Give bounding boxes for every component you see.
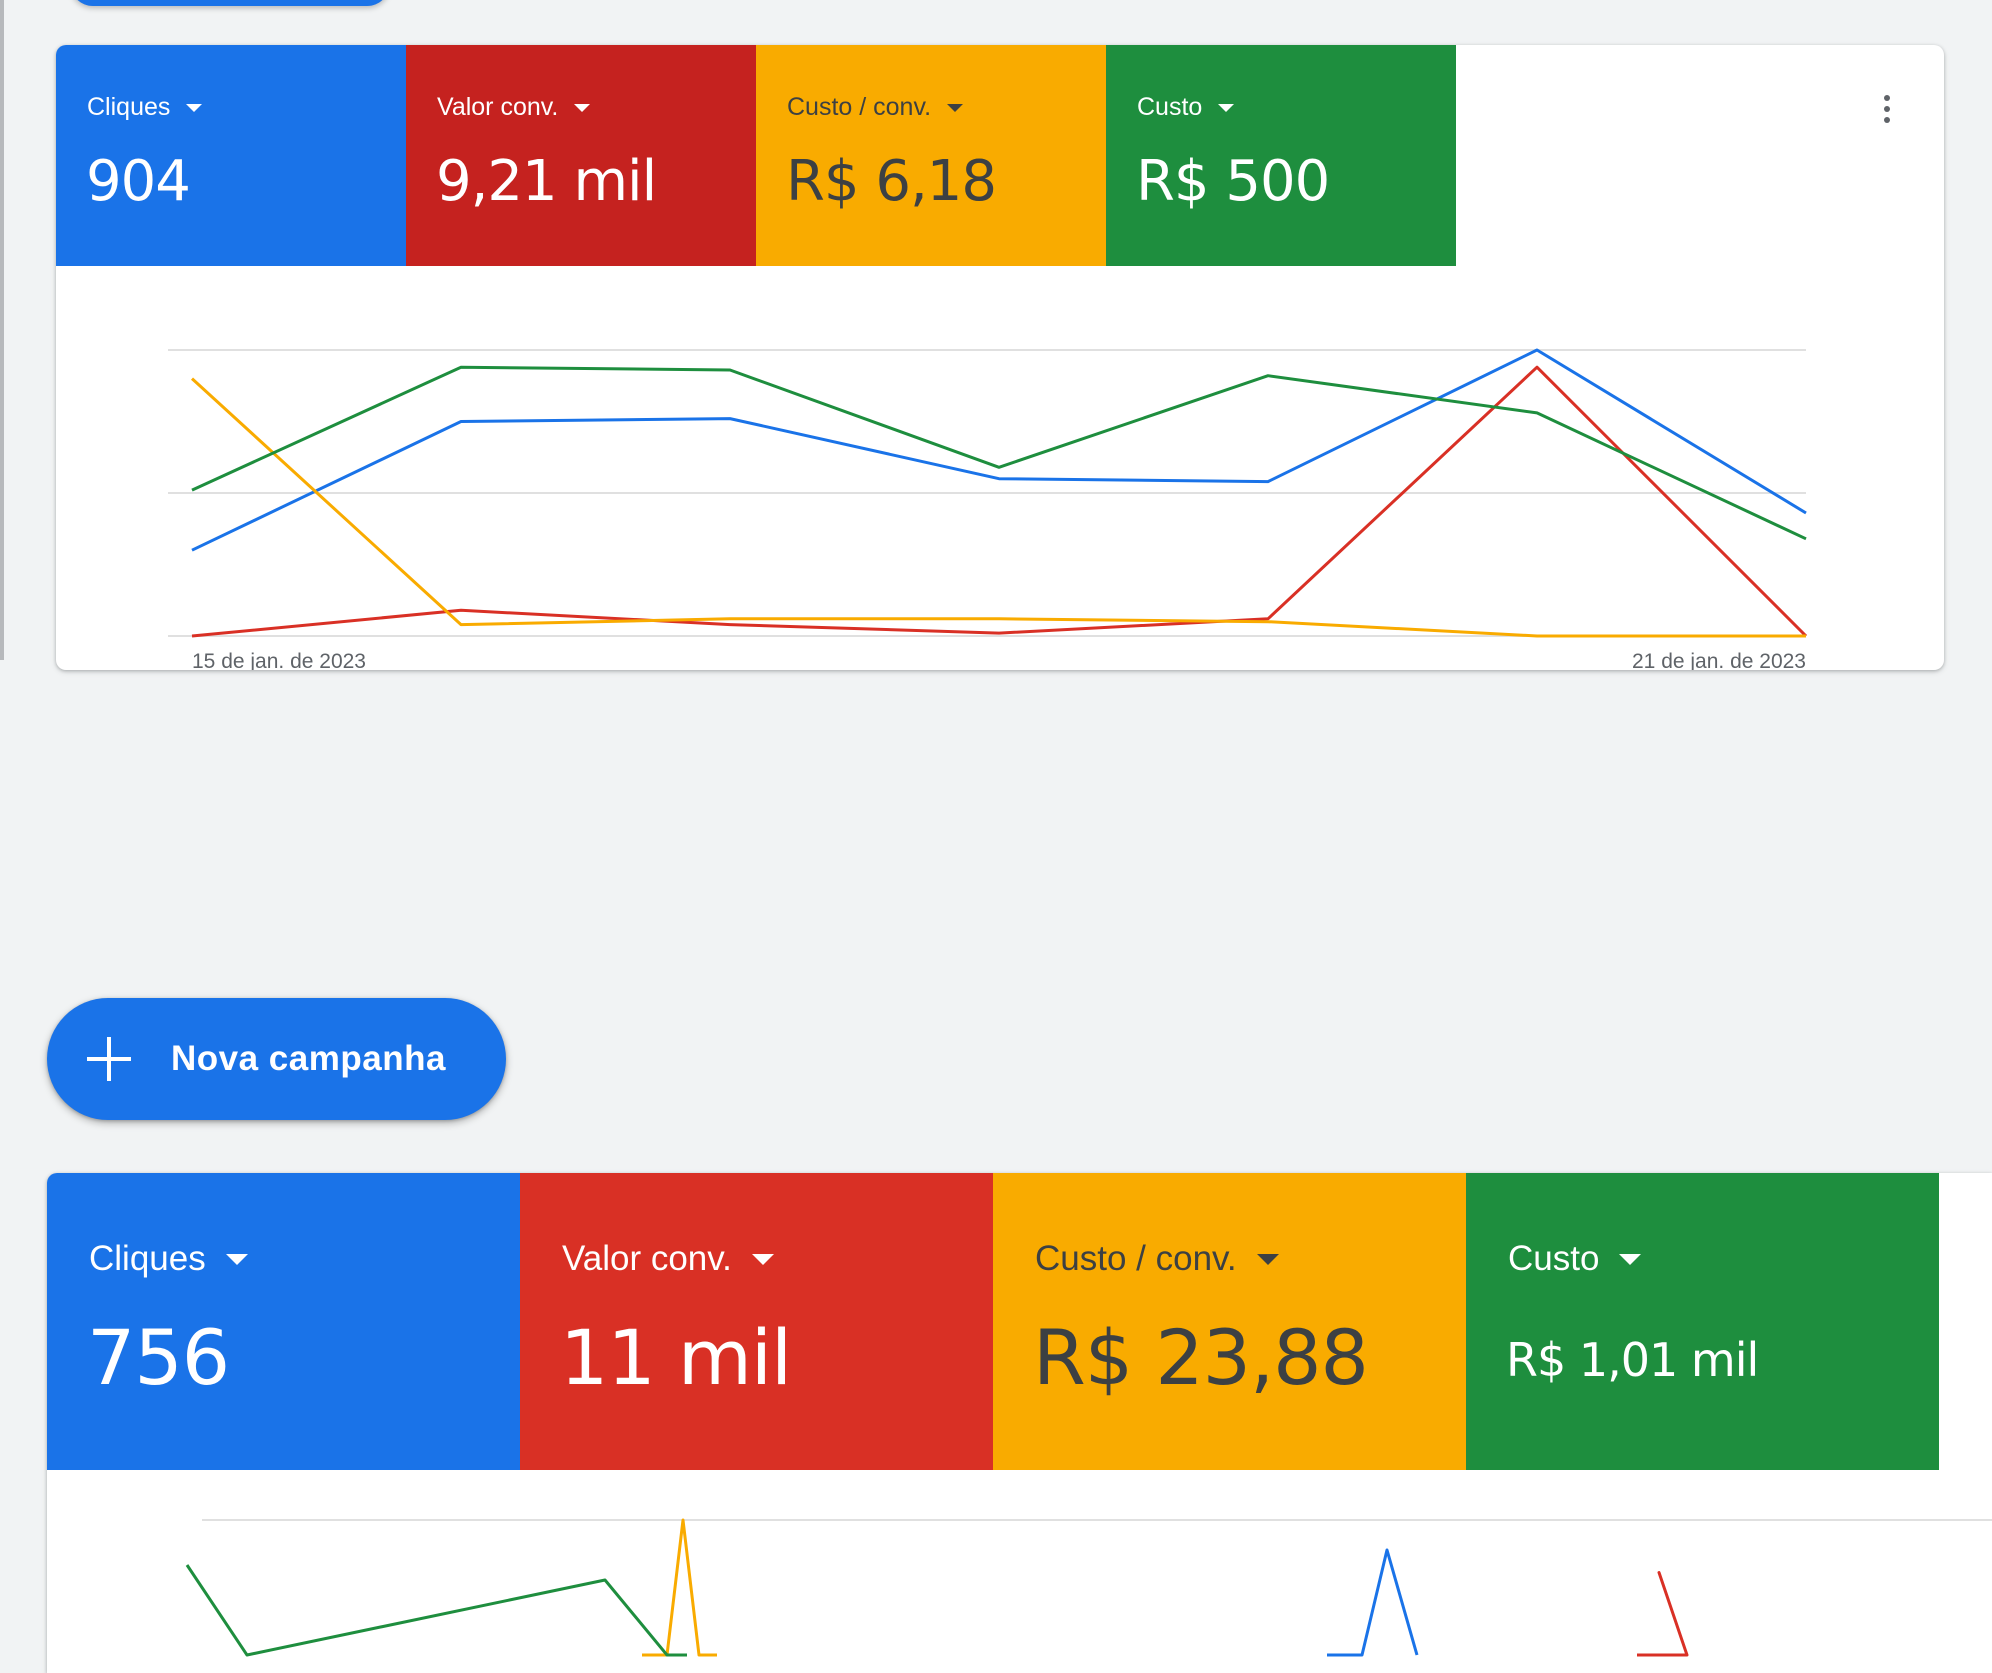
- metric-label: Valor conv.: [562, 1239, 732, 1278]
- metric-dropdown-clicks[interactable]: Cliques: [89, 1239, 248, 1279]
- performance-card-large: Cliques 756 Valor conv. 11 mil Custo / c…: [47, 1173, 1992, 1673]
- metric-dropdown-cost-per-conv[interactable]: Custo / conv.: [1035, 1239, 1279, 1279]
- series-line-custo-conv: [642, 1518, 717, 1657]
- grid-lines: [168, 349, 1806, 637]
- metric-value-cost: R$ 500: [1136, 149, 1330, 214]
- metric-tile-clicks[interactable]: Cliques 756: [47, 1173, 520, 1470]
- dropdown-arrow-icon: [574, 103, 591, 112]
- metric-value-cost: R$ 1,01 mil: [1506, 1333, 1759, 1387]
- dropdown-arrow-icon: [947, 103, 964, 112]
- x-axis-end-label: 21 de jan. de 2023: [1632, 650, 1806, 670]
- metric-value-cost-per-conv: R$ 6,18: [786, 149, 997, 214]
- metric-tile-cost-per-conv[interactable]: Custo / conv. R$ 6,18: [756, 45, 1106, 266]
- new-campaign-button[interactable]: Nova campanha: [47, 998, 506, 1120]
- metric-label: Custo: [1508, 1239, 1600, 1278]
- metric-tile-conv-value[interactable]: Valor conv. 9,21 mil: [406, 45, 756, 266]
- performance-chart-large: [185, 1518, 1992, 1657]
- metric-label: Cliques: [89, 1239, 206, 1278]
- dropdown-arrow-icon: [1218, 103, 1235, 112]
- series-line-valor-conv: [1637, 1571, 1689, 1657]
- metric-tile-cost-per-conv[interactable]: Custo / conv. R$ 23,88: [993, 1173, 1466, 1470]
- metric-tile-cost[interactable]: Custo R$ 500: [1106, 45, 1456, 266]
- series-line-cliques: [1327, 1548, 1419, 1657]
- series-line-custo: [185, 1564, 687, 1657]
- more-vert-icon[interactable]: [1882, 95, 1892, 129]
- metric-tile-conv-value[interactable]: Valor conv. 11 mil: [520, 1173, 993, 1470]
- metric-value-cost-per-conv: R$ 23,88: [1033, 1313, 1369, 1402]
- left-divider: [0, 0, 4, 660]
- metric-dropdown-conv-value[interactable]: Valor conv.: [437, 93, 591, 122]
- metric-value-clicks: 756: [87, 1313, 230, 1402]
- metric-label: Custo / conv.: [1035, 1239, 1237, 1278]
- metric-dropdown-conv-value[interactable]: Valor conv.: [562, 1239, 774, 1279]
- dropdown-arrow-icon: [1619, 1253, 1642, 1265]
- metric-value-clicks: 904: [86, 149, 191, 214]
- x-axis-start-label: 15 de jan. de 2023: [192, 650, 366, 670]
- performance-chart: 15 de jan. de 2023 21 de jan. de 2023: [168, 348, 1808, 670]
- plus-icon: [87, 1037, 131, 1081]
- metric-dropdown-clicks[interactable]: Cliques: [87, 93, 203, 122]
- partial-button-top[interactable]: [70, 0, 390, 6]
- metric-label: Custo / conv.: [787, 93, 932, 121]
- chart-series: [185, 1518, 1689, 1657]
- series-line-valor-conv: [191, 365, 1808, 638]
- new-campaign-label: Nova campanha: [171, 1039, 446, 1078]
- dropdown-arrow-icon: [1256, 1253, 1279, 1265]
- metric-label: Custo: [1137, 93, 1203, 121]
- performance-card: Cliques 904 Valor conv. 9,21 mil Custo /…: [56, 45, 1944, 670]
- metric-value-conv-value: 11 mil: [560, 1313, 792, 1402]
- metric-tile-clicks[interactable]: Cliques 904: [56, 45, 406, 266]
- dropdown-arrow-icon: [186, 103, 203, 112]
- metric-tiles: Cliques 756 Valor conv. 11 mil Custo / c…: [47, 1173, 1939, 1470]
- metric-tiles: Cliques 904 Valor conv. 9,21 mil Custo /…: [56, 45, 1456, 266]
- metric-dropdown-cost[interactable]: Custo: [1508, 1239, 1642, 1279]
- metric-value-conv-value: 9,21 mil: [436, 149, 657, 214]
- metric-label: Valor conv.: [437, 93, 559, 121]
- metric-dropdown-cost-per-conv[interactable]: Custo / conv.: [787, 93, 964, 122]
- metric-label: Cliques: [87, 93, 171, 121]
- metric-dropdown-cost[interactable]: Custo: [1137, 93, 1235, 122]
- dropdown-arrow-icon: [225, 1253, 248, 1265]
- dropdown-arrow-icon: [751, 1253, 774, 1265]
- metric-tile-cost[interactable]: Custo R$ 1,01 mil: [1466, 1173, 1939, 1470]
- series-line-custo-conv: [190, 377, 1806, 638]
